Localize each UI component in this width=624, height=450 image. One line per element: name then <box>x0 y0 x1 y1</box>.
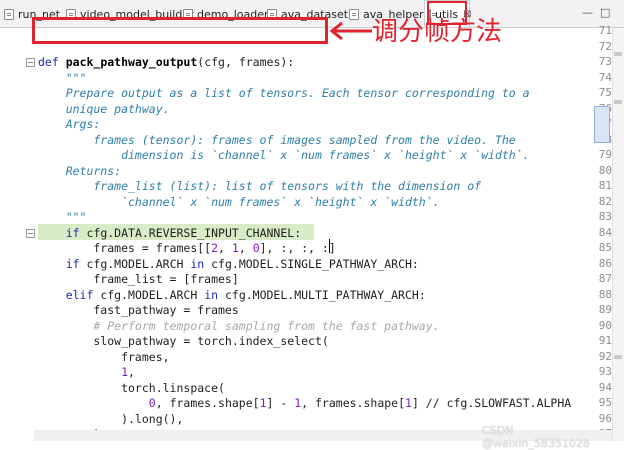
code-line: 87 frame_list = [frames] <box>0 272 612 288</box>
code-text: if cfg.DATA.REVERSE_INPUT_CHANNEL: <box>65 225 302 240</box>
code-text: Prepare output as a list of tensors. Eac… <box>38 86 530 100</box>
scroll-thumb[interactable] <box>594 106 610 143</box>
code-text: ).long(), <box>38 411 184 426</box>
code-text: def pack_pathway_output(cfg, frames): <box>38 55 295 69</box>
code-comment: # Perform temporal sampling from the fas… <box>38 318 440 333</box>
code-line: 78 frames (tensor): frames of images sam… <box>0 133 612 149</box>
code-text: torch.linspace( <box>38 380 225 395</box>
line-number: 87 <box>598 272 612 285</box>
code-line: 90 # Perform temporal sampling from the … <box>0 319 612 335</box>
vertical-scrollbar[interactable] <box>612 28 624 441</box>
text-cursor <box>329 239 330 253</box>
line-number: 73 <box>598 55 612 68</box>
code-line: 75 Prepare output as a list of tensors. … <box>0 86 612 102</box>
line-number: 85 <box>598 241 612 254</box>
code-text: fast_pathway = frames <box>38 303 239 317</box>
code-line: 94 torch.linspace( <box>0 381 612 397</box>
code-line: 82 `channel` x `num frames` x `height` x… <box>0 195 612 211</box>
code-line: 88 elif cfg.MODEL.ARCH in cfg.MODEL.MULT… <box>0 288 612 304</box>
line-number: 94 <box>598 380 612 394</box>
line-number: 95 <box>598 396 612 409</box>
annotation-label: 调分帧方法 <box>372 17 503 47</box>
code-line: 80 Returns: <box>0 164 612 180</box>
line-number: 81 <box>598 179 612 192</box>
line-number: 88 <box>598 287 612 301</box>
code-line: 77 Args: <box>0 117 612 133</box>
code-line: 74 """ <box>0 71 612 87</box>
code-text: frame_list (list): list of tensors with … <box>38 179 482 193</box>
line-number: 71 <box>598 24 612 37</box>
watermark: CSDN @weixin_58351028 <box>482 424 590 450</box>
code-text: """ <box>38 210 87 224</box>
code-line: 91 slow_pathway = torch.index_select( <box>0 334 612 350</box>
code-text: """ <box>38 70 87 85</box>
code-line: 73 def pack_pathway_output(cfg, frames): <box>0 55 612 71</box>
code-line: 85 frames = frames[[2, 1, 0], :, :, :] <box>0 241 612 257</box>
code-line: 89 fast_pathway = frames <box>0 303 612 319</box>
code-text: slow_pathway = torch.index_select( <box>38 334 329 348</box>
code-text: if cfg.MODEL.ARCH in cfg.MODEL.SINGLE_PA… <box>65 256 419 271</box>
code-line: 86 if cfg.MODEL.ARCH in cfg.MODEL.SINGLE… <box>0 257 612 273</box>
line-number: 83 <box>598 210 612 223</box>
line-number: 89 <box>598 303 612 316</box>
line-number: 86 <box>598 256 612 270</box>
line-number: 91 <box>598 334 612 347</box>
line-number: 96 <box>598 411 612 425</box>
line-number: 75 <box>598 86 612 99</box>
code-line: 81 frame_list (list): list of tensors wi… <box>0 179 612 195</box>
overview-marker <box>614 355 622 359</box>
overview-marker <box>614 52 622 56</box>
annotation-arrow-icon <box>329 21 372 41</box>
code-text: frames = frames[[2, 1, 0], :, :, :] <box>38 241 336 255</box>
python-file-icon <box>4 8 14 20</box>
code-text: 0, frames.shape[1] - 1, frames.shape[1] … <box>148 396 572 410</box>
code-text: dimension is `channel` x `num frames` x … <box>38 148 530 162</box>
overview-marker <box>614 100 622 104</box>
line-number: 93 <box>598 365 612 378</box>
code-text: Returns: <box>38 163 122 178</box>
code-text: frames (tensor): frames of images sample… <box>38 132 516 147</box>
line-number: 84 <box>598 225 612 239</box>
code-text: unique pathway. <box>38 101 170 116</box>
line-number: 80 <box>598 163 612 177</box>
line-number: 79 <box>598 148 612 161</box>
line-number: 90 <box>598 318 612 332</box>
code-text: `channel` x `num frames` x `height` x `w… <box>38 194 440 209</box>
fold-collapse-icon[interactable]: − <box>26 58 35 67</box>
code-text: elif cfg.MODEL.ARCH in cfg.MODEL.MULTI_P… <box>65 287 426 302</box>
function-highlight-box <box>32 17 328 44</box>
minimize-icon[interactable]: — <box>582 6 593 19</box>
line-number: 82 <box>598 194 612 208</box>
code-line: 79 dimension is `channel` x `num frames`… <box>0 148 612 164</box>
code-text: frames, <box>38 349 170 364</box>
code-line: 93 1, <box>0 365 612 381</box>
code-text: 1, <box>121 365 135 379</box>
maximize-icon[interactable]: □ <box>600 6 610 19</box>
code-editor[interactable]: 71 72 73 def pack_pathway_output(cfg, fr… <box>0 24 612 441</box>
code-text: Args: <box>38 117 101 131</box>
python-file-icon <box>349 8 359 20</box>
fold-collapse-icon[interactable]: − <box>26 228 35 238</box>
line-number: 92 <box>598 349 612 363</box>
line-number: 74 <box>598 70 612 84</box>
code-line: 76 unique pathway. <box>0 102 612 118</box>
line-number: 72 <box>598 39 612 53</box>
code-text: frame_list = [frames] <box>38 272 239 286</box>
code-line: 84 if cfg.DATA.REVERSE_INPUT_CHANNEL: <box>0 226 612 242</box>
code-line: 83 """ <box>0 210 612 226</box>
code-line: 95 0, frames.shape[1] - 1, frames.shape[… <box>0 396 612 412</box>
code-line: 92 frames, <box>0 350 612 366</box>
